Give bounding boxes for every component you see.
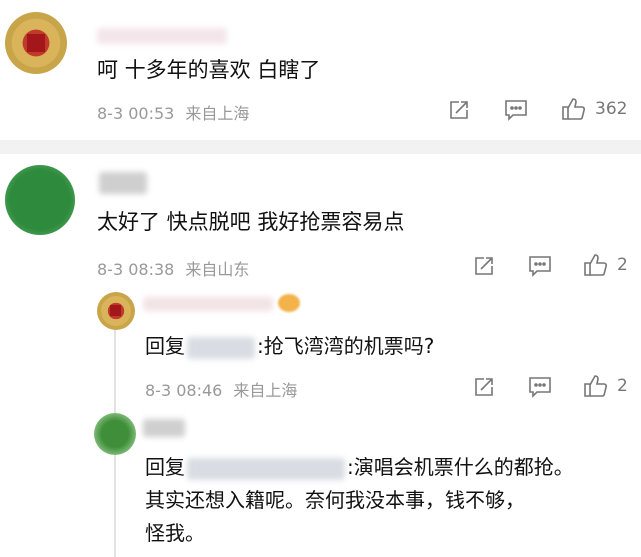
mention-redacted[interactable]	[187, 457, 345, 480]
avatar[interactable]	[5, 12, 67, 74]
comment-location: 来自山东	[185, 260, 250, 279]
comment-meta: 8-3 00:53 来自上海	[97, 100, 249, 124]
reply-body: :抢飞湾湾的机票吗?	[257, 334, 435, 358]
comment-location: 来自上海	[185, 104, 250, 123]
comment-icon[interactable]	[528, 255, 552, 277]
like-icon	[584, 254, 608, 276]
comment-time: 8-3 00:53	[97, 104, 175, 123]
like-count: 2	[617, 255, 628, 275]
user-badge-icon	[278, 294, 300, 312]
username-redacted[interactable]	[99, 172, 147, 194]
avatar[interactable]	[94, 413, 136, 455]
reply-prefix: 回复	[145, 334, 185, 358]
mention-redacted[interactable]	[187, 336, 255, 359]
reply-text: 回复 :抢飞湾湾的机票吗?	[145, 330, 434, 363]
section-divider	[0, 140, 641, 154]
like-icon	[562, 98, 586, 120]
reply-prefix: 回复	[145, 455, 185, 479]
comment-time: 8-3 08:38	[97, 260, 175, 279]
avatar[interactable]	[5, 165, 75, 235]
reply-body-line: 其实还想入籍呢。奈何我没本事，钱不够，	[145, 488, 525, 512]
reply-time: 8-3 08:46	[145, 381, 223, 400]
username-redacted[interactable]	[143, 297, 273, 311]
comment-meta: 8-3 08:38 来自山东	[97, 256, 249, 280]
like-button[interactable]: 362	[561, 97, 627, 121]
username-redacted[interactable]	[143, 419, 185, 437]
reply-body: :演唱会机票什么的都抢。	[347, 455, 574, 479]
comment-text: 呵 十多年的喜欢 白瞎了	[97, 58, 321, 82]
like-count: 2	[617, 376, 628, 396]
reply-meta: 8-3 08:46 来自上海	[145, 377, 297, 401]
like-count: 362	[595, 99, 628, 119]
share-icon[interactable]	[448, 99, 470, 121]
comment-text: 太好了 快点脱吧 我好抢票容易点	[97, 210, 405, 234]
like-button[interactable]: 2	[583, 374, 628, 398]
comment-icon[interactable]	[528, 376, 552, 398]
comment-icon[interactable]	[504, 99, 528, 121]
share-icon[interactable]	[473, 376, 495, 398]
reply-text: 回复 :演唱会机票什么的都抢。 其实还想入籍呢。奈何我没本事，钱不够， 怪我。	[145, 451, 625, 550]
like-button[interactable]: 2	[583, 253, 628, 277]
reply-body-line: 怪我。	[145, 521, 205, 545]
username-redacted[interactable]	[97, 28, 227, 44]
share-icon[interactable]	[473, 255, 495, 277]
like-icon	[584, 375, 608, 397]
reply-location: 来自上海	[233, 381, 298, 400]
avatar[interactable]	[97, 292, 135, 330]
